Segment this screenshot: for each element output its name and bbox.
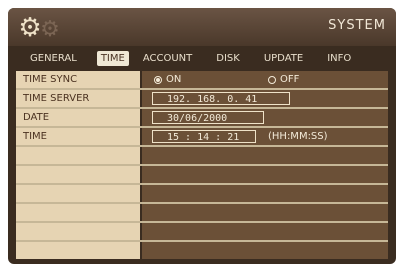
table-row [16, 204, 388, 223]
time-value: 15 : 14 : 21 (HH:MM:SS) [142, 128, 388, 145]
table-row: TIME 15 : 14 : 21 (HH:MM:SS) [16, 128, 388, 147]
time-server-label: TIME SERVER [16, 90, 140, 107]
table-row [16, 223, 388, 242]
empty-label-cell [16, 166, 140, 183]
time-sync-off-radio[interactable]: OFF [268, 73, 299, 86]
date-value: 30/06/2000 [142, 109, 388, 126]
time-label: TIME [16, 128, 140, 145]
empty-value-cell [142, 223, 388, 240]
table-row: DATE 30/06/2000 [16, 109, 388, 128]
table-row: TIME SERVER 192. 168. 0. 41 [16, 90, 388, 109]
system-settings-screen: ⚙ ⚙ SYSTEM GENERAL TIME ACCOUNT DISK UPD… [8, 8, 396, 264]
tab-disk[interactable]: DISK [212, 51, 244, 66]
empty-label-cell [16, 147, 140, 164]
time-sync-off-label: OFF [280, 74, 300, 85]
date-label: DATE [16, 109, 140, 126]
time-sync-on-radio[interactable]: ON [154, 73, 181, 86]
date-input[interactable]: 30/06/2000 [152, 111, 264, 124]
page-title: SYSTEM [328, 18, 386, 33]
tab-info[interactable]: INFO [323, 51, 355, 66]
time-server-input[interactable]: 192. 168. 0. 41 [152, 92, 290, 105]
table-row [16, 147, 388, 166]
tab-update[interactable]: UPDATE [260, 51, 307, 66]
time-sync-value: ON OFF [142, 71, 388, 88]
empty-label-cell [16, 242, 140, 259]
time-sync-on-label: ON [166, 74, 182, 85]
time-input[interactable]: 15 : 14 : 21 [152, 130, 256, 143]
settings-table: TIME SYNC ON OFF TIME SERVER 192. 168. 0… [16, 71, 388, 259]
radio-checked-icon [154, 75, 162, 84]
empty-label-cell [16, 223, 140, 240]
table-row [16, 185, 388, 204]
time-format-hint: (HH:MM:SS) [268, 131, 328, 142]
time-server-value: 192. 168. 0. 41 [142, 90, 388, 107]
tab-bar: GENERAL TIME ACCOUNT DISK UPDATE INFO [8, 48, 396, 68]
empty-label-cell [16, 204, 140, 221]
empty-value-cell [142, 185, 388, 202]
radio-unchecked-icon [268, 75, 276, 84]
header: ⚙ ⚙ SYSTEM [8, 8, 396, 46]
table-row [16, 166, 388, 185]
table-row [16, 242, 388, 259]
tab-time[interactable]: TIME [96, 50, 129, 66]
tab-account[interactable]: ACCOUNT [139, 51, 196, 66]
empty-label-cell [16, 185, 140, 202]
empty-value-cell [142, 147, 388, 164]
empty-value-cell [142, 204, 388, 221]
table-row: TIME SYNC ON OFF [16, 71, 388, 90]
empty-value-cell [142, 166, 388, 183]
empty-value-cell [142, 242, 388, 259]
time-sync-label: TIME SYNC [16, 71, 140, 88]
tab-general[interactable]: GENERAL [26, 51, 81, 66]
gear-icon-shadow: ⚙ [40, 17, 60, 42]
